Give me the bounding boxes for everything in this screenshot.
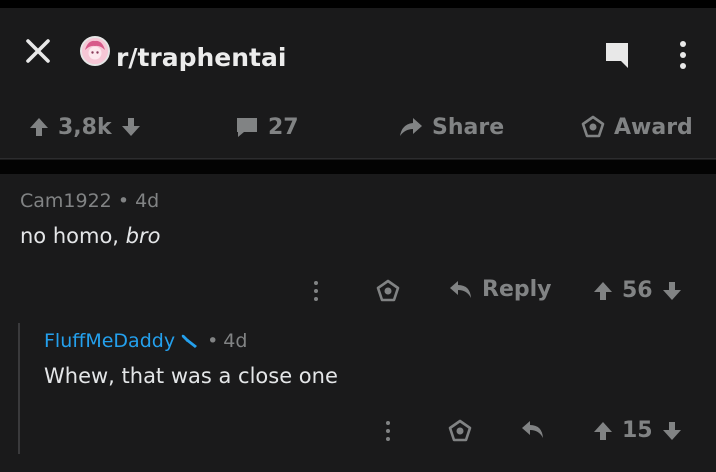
comment-body-text: no homo, xyxy=(20,224,126,248)
meta-separator: • xyxy=(117,190,130,212)
award-icon xyxy=(376,279,400,302)
bookmark-icon xyxy=(606,43,628,68)
comment-body-italic: bro xyxy=(125,224,161,248)
comment-award-button[interactable] xyxy=(375,278,401,304)
comment-body: no homo, bro xyxy=(20,224,160,248)
reply-label: Reply xyxy=(482,277,552,302)
comment-author[interactable]: Cam1922 xyxy=(20,190,112,212)
close-button[interactable] xyxy=(22,35,54,67)
downvote-icon[interactable] xyxy=(120,116,142,138)
comment-more-button[interactable] xyxy=(306,278,326,304)
post-header: r/traphentai xyxy=(0,8,716,92)
avatar-art-icon xyxy=(82,38,108,64)
comment-icon xyxy=(237,118,257,137)
reply-meta: FluffMeDaddy • 4d xyxy=(44,330,247,352)
reply-more-button[interactable] xyxy=(378,418,398,444)
share-button[interactable]: Share xyxy=(398,112,504,142)
upvote-icon[interactable] xyxy=(592,420,614,442)
reply-score: 15 xyxy=(622,418,653,443)
section-gap xyxy=(0,160,716,174)
reply-reply-button[interactable] xyxy=(520,418,546,442)
divider xyxy=(0,158,716,159)
reply-button[interactable]: Reply xyxy=(448,277,552,302)
comment-score: 56 xyxy=(622,278,653,303)
thread-line[interactable] xyxy=(18,323,20,454)
status-strip xyxy=(0,0,716,8)
reply-body: Whew, that was a close one xyxy=(44,364,338,388)
upvote-icon[interactable] xyxy=(28,116,50,138)
subreddit-name[interactable]: r/traphentai xyxy=(116,44,286,72)
close-icon xyxy=(26,39,50,63)
share-label: Share xyxy=(432,114,505,140)
comment-age: 4d xyxy=(135,190,160,212)
more-options-button[interactable] xyxy=(668,38,698,72)
comment-vote-group: 56 xyxy=(592,278,683,303)
award-icon xyxy=(448,419,472,442)
downvote-icon[interactable] xyxy=(661,420,683,442)
reply-icon xyxy=(522,421,543,438)
meta-separator: • xyxy=(207,330,219,352)
bookmark-button[interactable] xyxy=(600,38,634,72)
comment-count: 27 xyxy=(268,114,299,140)
wrench-icon xyxy=(181,334,198,348)
reply-age: 4d xyxy=(223,330,248,352)
award-button[interactable]: Award xyxy=(580,112,693,142)
award-label: Award xyxy=(614,114,693,140)
upvote-icon[interactable] xyxy=(592,280,614,302)
vote-count: 3,8k xyxy=(58,114,112,140)
subreddit-avatar[interactable] xyxy=(80,36,110,66)
more-vertical-icon xyxy=(386,421,390,441)
reply-vote-group: 15 xyxy=(592,418,683,443)
award-icon xyxy=(581,115,605,138)
comment-meta: Cam1922 • 4d xyxy=(20,190,159,212)
vote-group: 3,8k xyxy=(28,112,142,142)
reply-award-button[interactable] xyxy=(447,418,473,444)
comments-button[interactable]: 27 xyxy=(234,112,299,142)
share-arrow-icon xyxy=(400,118,422,136)
more-vertical-icon xyxy=(680,41,686,69)
more-vertical-icon xyxy=(314,281,318,301)
reply-author[interactable]: FluffMeDaddy xyxy=(44,330,175,352)
post-action-bar: 3,8k 27 Share Award xyxy=(0,92,716,160)
reply-icon xyxy=(450,280,471,298)
downvote-icon[interactable] xyxy=(661,280,683,302)
